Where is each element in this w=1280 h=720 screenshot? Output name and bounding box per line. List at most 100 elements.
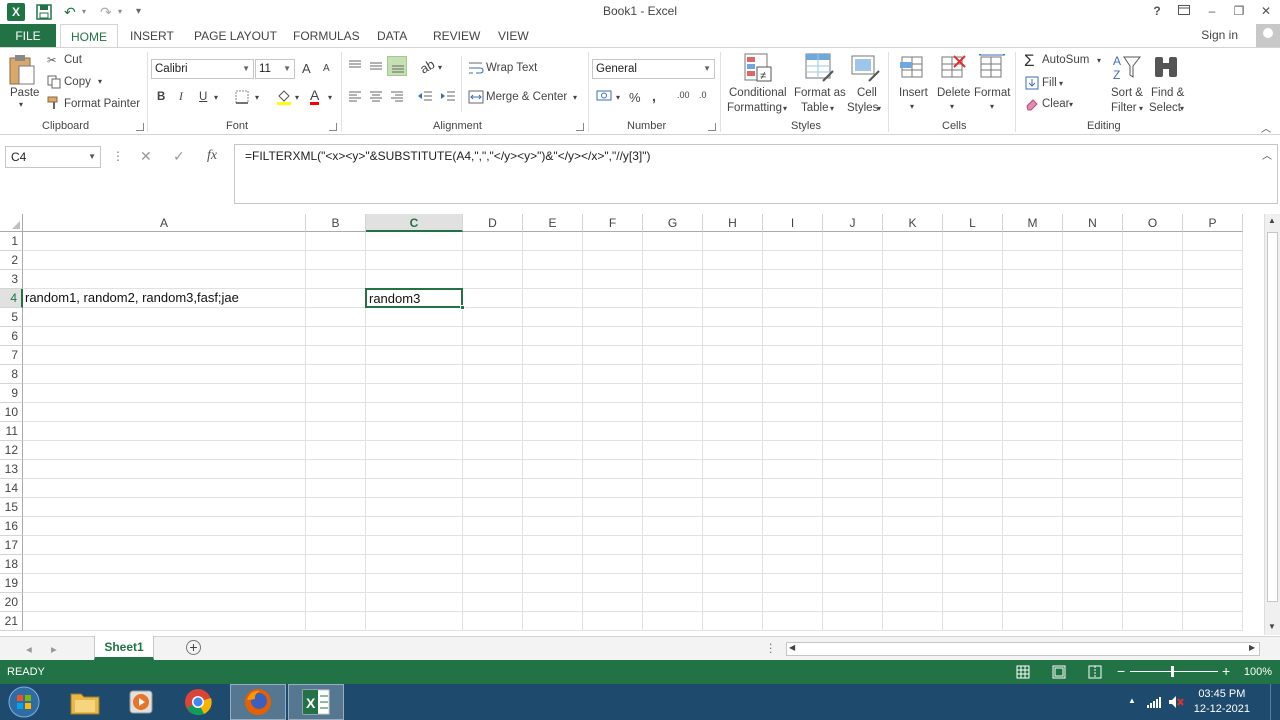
cell-h11[interactable]	[703, 422, 763, 441]
cell-h13[interactable]	[703, 460, 763, 479]
cell-p1[interactable]	[1183, 232, 1243, 251]
accounting-dropdown-icon[interactable]: ▾	[616, 93, 620, 102]
collapse-ribbon-icon[interactable]: ︿	[1261, 120, 1271, 135]
cell-b20[interactable]	[306, 593, 366, 612]
cell-e21[interactable]	[523, 612, 583, 631]
cell-o21[interactable]	[1123, 612, 1183, 631]
prev-sheet-icon[interactable]: ◂	[26, 642, 32, 656]
cell-o6[interactable]	[1123, 327, 1183, 346]
cell-c8[interactable]	[366, 365, 463, 384]
cell-h18[interactable]	[703, 555, 763, 574]
cell-b17[interactable]	[306, 536, 366, 555]
cell-j3[interactable]	[823, 270, 883, 289]
insert-cells-icon[interactable]	[899, 54, 927, 82]
cell-g17[interactable]	[643, 536, 703, 555]
font-dialog-launcher[interactable]	[329, 123, 337, 131]
cell-n7[interactable]	[1063, 346, 1123, 365]
cell-d21[interactable]	[463, 612, 523, 631]
increase-indent-icon[interactable]	[440, 90, 456, 102]
cell-styles-label-2[interactable]: Styles	[847, 102, 878, 114]
cell-e5[interactable]	[523, 308, 583, 327]
cell-k6[interactable]	[883, 327, 943, 346]
cell-p13[interactable]	[1183, 460, 1243, 479]
column-header-g[interactable]: G	[643, 214, 703, 232]
cell-d12[interactable]	[463, 441, 523, 460]
ribbon-display-options-button[interactable]	[1172, 2, 1196, 20]
conditional-formatting-dropdown-icon[interactable]: ▾	[783, 104, 787, 113]
tab-formulas[interactable]: FORMULAS	[283, 24, 370, 48]
cell-l14[interactable]	[943, 479, 1003, 498]
column-header-o[interactable]: O	[1123, 214, 1183, 232]
taskbar-clock[interactable]: 03:45 PM 12-12-2021	[1194, 687, 1250, 717]
close-button[interactable]: ✕	[1254, 2, 1278, 20]
cell-c19[interactable]	[366, 574, 463, 593]
cell-p21[interactable]	[1183, 612, 1243, 631]
cell-k17[interactable]	[883, 536, 943, 555]
tab-view[interactable]: VIEW	[488, 24, 539, 48]
cell-e4[interactable]	[523, 289, 583, 308]
cut-button[interactable]: Cut	[64, 54, 82, 66]
cell-a7[interactable]	[23, 346, 306, 365]
cell-m5[interactable]	[1003, 308, 1063, 327]
decrease-decimal-button[interactable]: .0	[699, 90, 707, 100]
cell-p12[interactable]	[1183, 441, 1243, 460]
cell-g20[interactable]	[643, 593, 703, 612]
cell-a3[interactable]	[23, 270, 306, 289]
cell-e13[interactable]	[523, 460, 583, 479]
next-sheet-icon[interactable]: ▸	[51, 642, 57, 656]
cell-n13[interactable]	[1063, 460, 1123, 479]
cell-j11[interactable]	[823, 422, 883, 441]
cell-c7[interactable]	[366, 346, 463, 365]
column-header-a[interactable]: A	[23, 214, 306, 232]
cell-m19[interactable]	[1003, 574, 1063, 593]
scroll-left-icon[interactable]: ◀	[789, 643, 795, 652]
scroll-up-icon[interactable]: ▲	[1268, 216, 1276, 225]
cell-g13[interactable]	[643, 460, 703, 479]
cell-f19[interactable]	[583, 574, 643, 593]
cell-c3[interactable]	[366, 270, 463, 289]
cell-g11[interactable]	[643, 422, 703, 441]
cell-d5[interactable]	[463, 308, 523, 327]
restore-button[interactable]: ❐	[1227, 2, 1251, 20]
cell-k1[interactable]	[883, 232, 943, 251]
column-header-f[interactable]: F	[583, 214, 643, 232]
cell-f20[interactable]	[583, 593, 643, 612]
number-dialog-launcher[interactable]	[708, 123, 716, 131]
cancel-entry-button[interactable]: ✕	[140, 148, 152, 165]
row-header-15[interactable]: 15	[0, 498, 23, 517]
cell-p4[interactable]	[1183, 289, 1243, 308]
cell-f17[interactable]	[583, 536, 643, 555]
conditional-formatting-label-1[interactable]: Conditional	[729, 87, 787, 99]
cell-styles-dropdown-icon[interactable]: ▾	[877, 104, 881, 113]
cell-g1[interactable]	[643, 232, 703, 251]
cell-i6[interactable]	[763, 327, 823, 346]
cell-l19[interactable]	[943, 574, 1003, 593]
fill-dropdown-icon[interactable]: ▾	[1059, 79, 1063, 88]
binoculars-icon[interactable]	[1152, 53, 1182, 83]
cell-j10[interactable]	[823, 403, 883, 422]
cell-j17[interactable]	[823, 536, 883, 555]
cell-k11[interactable]	[883, 422, 943, 441]
cell-l13[interactable]	[943, 460, 1003, 479]
cell-i3[interactable]	[763, 270, 823, 289]
row-header-8[interactable]: 8	[0, 365, 23, 384]
cell-k18[interactable]	[883, 555, 943, 574]
cell-n18[interactable]	[1063, 555, 1123, 574]
horizontal-scrollbar[interactable]: ◀ ▶	[786, 642, 1260, 656]
cell-g4[interactable]	[643, 289, 703, 308]
minimize-button[interactable]: –	[1200, 2, 1224, 20]
row-header-12[interactable]: 12	[0, 441, 23, 460]
cell-l9[interactable]	[943, 384, 1003, 403]
row-header-1[interactable]: 1	[0, 232, 23, 251]
row-header-13[interactable]: 13	[0, 460, 23, 479]
cell-h1[interactable]	[703, 232, 763, 251]
vertical-scroll-thumb[interactable]	[1267, 232, 1278, 602]
cell-e20[interactable]	[523, 593, 583, 612]
cell-i11[interactable]	[763, 422, 823, 441]
cell-d10[interactable]	[463, 403, 523, 422]
cell-p8[interactable]	[1183, 365, 1243, 384]
cell-k10[interactable]	[883, 403, 943, 422]
borders-dropdown-icon[interactable]: ▾	[255, 93, 259, 102]
insert-function-button[interactable]: fx	[207, 148, 217, 164]
cell-m3[interactable]	[1003, 270, 1063, 289]
